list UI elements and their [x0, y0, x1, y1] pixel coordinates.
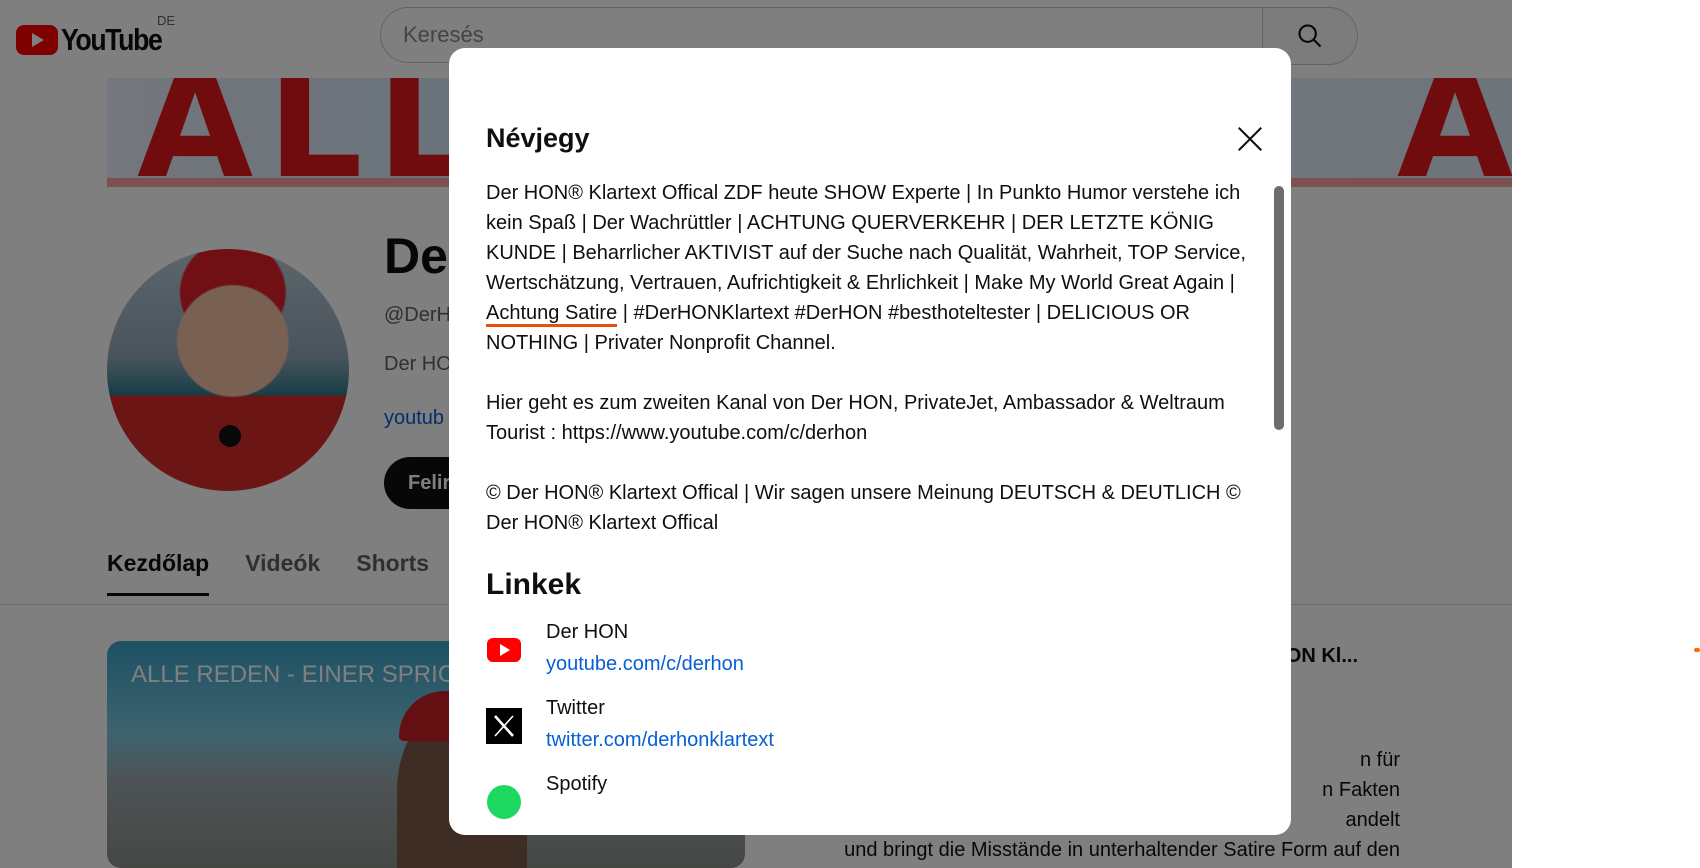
youtube-icon	[486, 632, 522, 668]
x-twitter-icon	[486, 708, 522, 744]
link-name: Twitter	[546, 697, 605, 719]
about-paragraph-1: Der HON® Klartext Offical ZDF heute SHOW…	[486, 178, 1246, 358]
dialog-title: Névjegy	[486, 123, 590, 153]
orange-dot-marker	[1694, 648, 1700, 652]
link-item-twitter: Twitter twitter.com/derhonklartext	[486, 694, 1246, 758]
link-item-spotify: Spotify	[486, 770, 1246, 820]
spotify-icon	[486, 784, 522, 820]
highlighted-phrase: Achtung Satire	[486, 302, 618, 327]
close-icon	[1238, 127, 1262, 151]
about-paragraph-2: Hier geht es zum zweiten Kanal von Der H…	[486, 392, 1225, 444]
links-heading: Linkek	[486, 568, 582, 601]
link-name: Spotify	[546, 773, 608, 795]
close-button[interactable]	[1230, 119, 1270, 159]
about-dialog: Névjegy Der HON® Klartext Offical ZDF he…	[449, 48, 1291, 835]
dialog-scrollbar[interactable]	[1274, 186, 1284, 430]
link-url[interactable]: youtube.com/c/derhon	[546, 646, 744, 682]
link-name: Der HON	[546, 621, 629, 643]
right-blank-area	[1512, 0, 1700, 868]
link-item-youtube: Der HON youtube.com/c/derhon	[486, 618, 1246, 682]
about-text-part: Der HON® Klartext Offical ZDF heute SHOW…	[486, 182, 1246, 294]
about-paragraph-3: © Der HON® Klartext Offical | Wir sagen …	[486, 482, 1241, 534]
link-url[interactable]: twitter.com/derhonklartext	[546, 722, 774, 758]
dialog-body: Der HON® Klartext Offical ZDF heute SHOW…	[486, 178, 1246, 835]
